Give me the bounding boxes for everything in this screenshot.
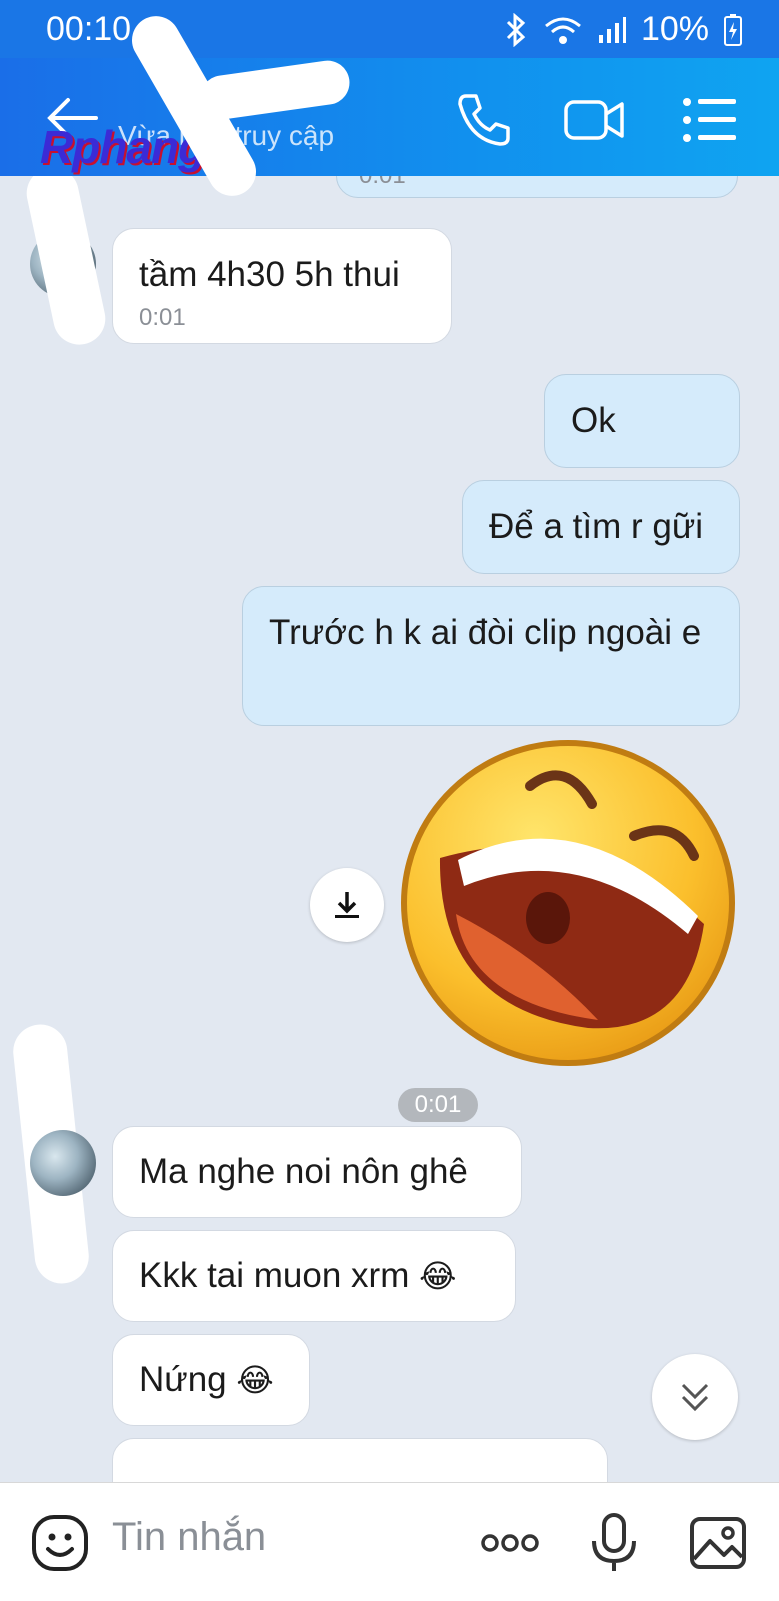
phone-icon[interactable] xyxy=(452,88,516,152)
tears-of-joy-emoji-icon: 😂 xyxy=(236,1362,274,1398)
message-time: 0:01 xyxy=(139,304,186,331)
message-bubble-outgoing[interactable]: Trước h k ai đòi clip ngoài e xyxy=(242,586,740,726)
status-time: 00:10 xyxy=(46,10,132,48)
time-separator: 0:01 xyxy=(398,1088,478,1122)
message-bubble-outgoing[interactable]: Để a tìm r gữi xyxy=(462,480,740,574)
bluetooth-icon xyxy=(506,12,526,47)
message-text: Kkk tai muon xrm xyxy=(139,1256,410,1295)
signal-icon xyxy=(598,16,626,43)
wifi-icon xyxy=(544,17,581,44)
video-call-icon[interactable] xyxy=(562,88,626,152)
contact-avatar[interactable] xyxy=(30,1130,96,1196)
battery-charging-icon xyxy=(724,13,742,46)
message-text: Ok xyxy=(571,401,616,440)
message-bubble-incoming[interactable]: Kkk tai muon xrm 😂 xyxy=(112,1230,516,1322)
message-bubble-incoming[interactable]: Nứng 😂 xyxy=(112,1334,310,1426)
message-bubble-incoming[interactable]: Ma nghe noi nôn ghê xyxy=(112,1126,522,1218)
message-bubble-outgoing[interactable]: 0:01 xyxy=(336,176,738,198)
download-icon xyxy=(335,892,359,918)
emoji-icon[interactable] xyxy=(28,1511,92,1575)
message-bubble-outgoing[interactable]: Ok xyxy=(544,374,740,468)
laughing-face-sticker[interactable] xyxy=(398,738,738,1068)
more-icon[interactable] xyxy=(478,1511,542,1575)
image-icon[interactable] xyxy=(686,1511,750,1575)
message-input[interactable]: Tin nhắn xyxy=(112,1515,266,1560)
menu-list-icon[interactable] xyxy=(678,88,742,152)
tears-of-joy-emoji-icon: 😂 xyxy=(419,1258,457,1294)
battery-percent: 10% xyxy=(640,10,709,48)
message-text: Để a tìm r gữi xyxy=(489,507,704,546)
status-icons: 10% xyxy=(503,10,743,49)
chat-header: Vừa mới truy cập Rphangx xyxy=(0,7,779,205)
redaction-smudge xyxy=(197,57,353,123)
microphone-icon[interactable] xyxy=(582,1511,646,1575)
message-composer: Tin nhắn xyxy=(0,1482,779,1601)
scroll-to-bottom-button[interactable] xyxy=(652,1354,738,1440)
message-text: Ma nghe noi nôn ghê xyxy=(139,1152,468,1191)
message-text: Trước h k ai đòi clip ngoài e xyxy=(269,613,702,652)
message-bubble-incoming[interactable] xyxy=(112,1438,608,1482)
download-button[interactable] xyxy=(310,868,384,942)
scroll-down-icon xyxy=(681,1383,709,1412)
message-text: tầm 4h30 5h thui xyxy=(139,255,400,294)
status-bar: 00:10 10% xyxy=(0,0,779,58)
message-text: Nứng xyxy=(139,1360,227,1399)
message-bubble-incoming[interactable]: tầm 4h30 5h thui 0:01 xyxy=(112,228,452,344)
message-list[interactable]: 0:01 tầm 4h30 5h thui 0:01 Ok Để a tìm r… xyxy=(0,176,779,1482)
